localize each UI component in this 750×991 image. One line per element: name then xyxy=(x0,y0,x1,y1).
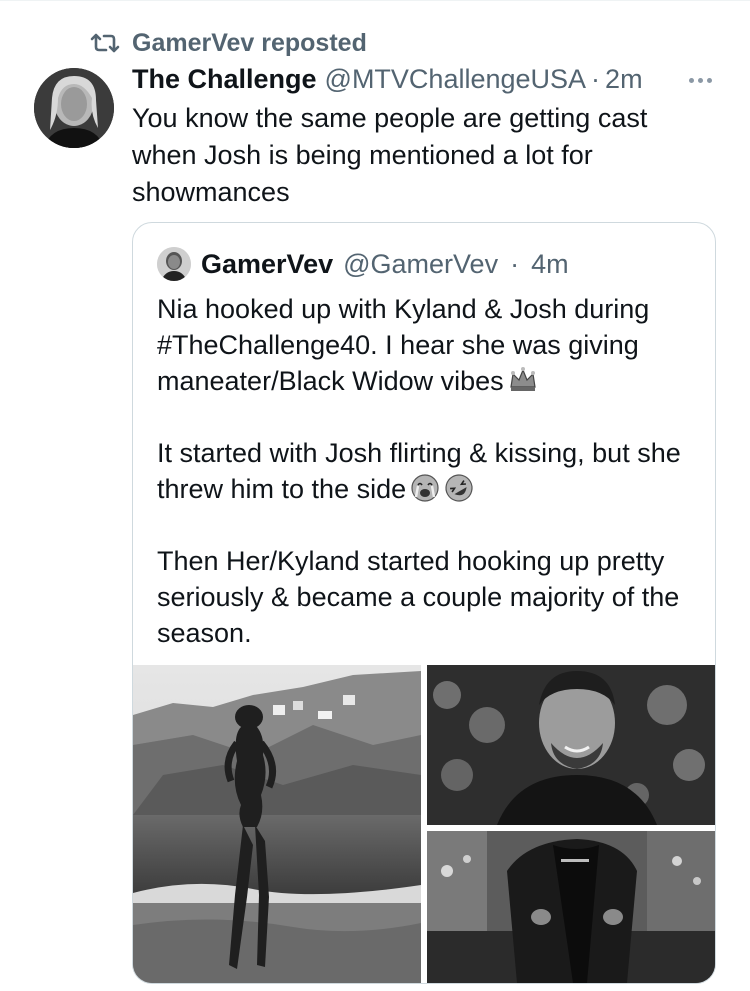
media-image-portrait[interactable] xyxy=(427,665,715,825)
author-handle[interactable]: @MTVChallengeUSA xyxy=(325,64,587,95)
quoted-avatar-photo xyxy=(157,247,191,281)
media-grid xyxy=(133,665,715,983)
quoted-paragraph: Then Her/Kyland started hooking up prett… xyxy=(157,543,697,651)
avatar-photo xyxy=(34,68,114,148)
repost-indicator[interactable]: GamerVev reposted xyxy=(90,28,367,58)
separator-dot: · xyxy=(591,64,601,94)
quoted-author-name[interactable]: GamerVev xyxy=(201,249,333,280)
beach-photo xyxy=(133,665,421,983)
media-image-beach[interactable] xyxy=(133,665,421,983)
top-divider xyxy=(0,0,750,1)
rolling-laughing-icon xyxy=(445,474,473,502)
more-icon[interactable] xyxy=(680,70,720,90)
quoted-tweet-card[interactable]: GamerVev @GamerVev · 4m Nia hooked up wi… xyxy=(132,222,716,984)
quoted-paragraph: It started with Josh flirting & kissing,… xyxy=(157,435,697,507)
author-name[interactable]: The Challenge xyxy=(132,64,317,95)
quoted-tweet-text: Nia hooked up with Kyland & Josh during … xyxy=(157,291,697,687)
crown-icon xyxy=(509,367,536,391)
quoted-paragraph-text: Nia hooked up with Kyland & Josh during … xyxy=(157,294,650,396)
portrait-photo xyxy=(427,665,715,825)
quoted-timestamp[interactable]: 4m xyxy=(531,249,569,280)
quoted-avatar[interactable] xyxy=(157,247,191,281)
tweet-timestamp[interactable]: 2m xyxy=(605,64,643,95)
quoted-separator-dot: · xyxy=(510,248,520,279)
avatar[interactable] xyxy=(34,68,114,148)
quoted-author-handle[interactable]: @GamerVev xyxy=(343,249,498,280)
repost-label: GamerVev reposted xyxy=(132,28,367,57)
jacket-photo xyxy=(427,831,715,983)
tweet-header: The Challenge @MTVChallengeUSA · 2m xyxy=(132,64,710,98)
media-image-jacket[interactable] xyxy=(427,831,715,983)
repost-icon xyxy=(90,33,120,53)
quoted-tweet-header: GamerVev @GamerVev · 4m xyxy=(157,247,569,281)
crying-face-icon xyxy=(411,474,439,502)
quoted-paragraph-text: Then Her/Kyland started hooking up prett… xyxy=(157,546,680,648)
quoted-paragraph: Nia hooked up with Kyland & Josh during … xyxy=(157,291,697,399)
tweet-text: You know the same people are getting cas… xyxy=(132,103,648,207)
